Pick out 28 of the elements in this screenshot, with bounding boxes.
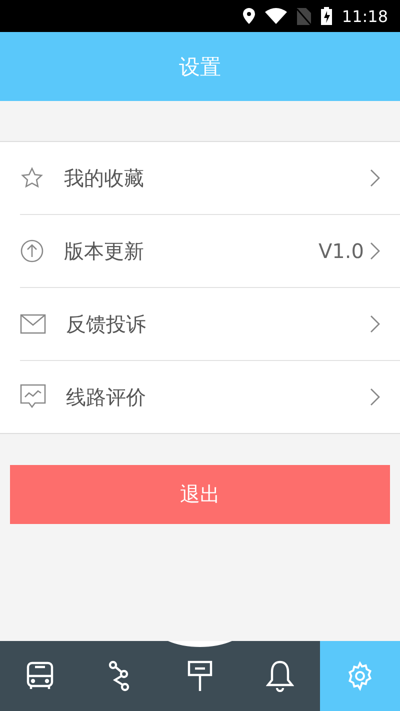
item-label: 反馈投诉 — [66, 310, 147, 338]
settings-item[interactable]: 我的收藏 — [20, 142, 400, 214]
status-time: 11:18 — [342, 6, 388, 26]
chevron-right-icon — [370, 388, 380, 406]
bell-icon — [266, 660, 294, 692]
star-icon — [20, 166, 44, 190]
settings-item[interactable]: 线路评价 — [20, 360, 400, 433]
chevron-right-icon — [370, 242, 380, 260]
nav-bump — [168, 641, 232, 647]
settings-item[interactable]: 反馈投诉 — [20, 287, 400, 360]
location-icon — [242, 8, 255, 24]
chevron-right-icon — [370, 315, 380, 333]
item-label: 我的收藏 — [64, 164, 145, 192]
no-sim-icon — [296, 8, 311, 24]
wifi-icon — [264, 8, 287, 24]
upload-icon — [20, 239, 44, 263]
item-label: 线路评价 — [66, 384, 147, 410]
route-icon — [108, 660, 132, 692]
item-label: 版本更新 — [64, 238, 145, 264]
page-title: 设置 — [179, 54, 221, 80]
mail-icon — [20, 314, 46, 334]
battery-charging-icon — [320, 7, 332, 25]
version-value: V1.0 — [318, 239, 364, 263]
chevron-right-icon — [370, 169, 380, 187]
bus-icon — [24, 660, 56, 692]
settings-item[interactable]: 版本更新 V1.0 — [20, 214, 400, 287]
chart-message-icon — [20, 384, 46, 410]
bus-stop-icon — [187, 660, 213, 692]
